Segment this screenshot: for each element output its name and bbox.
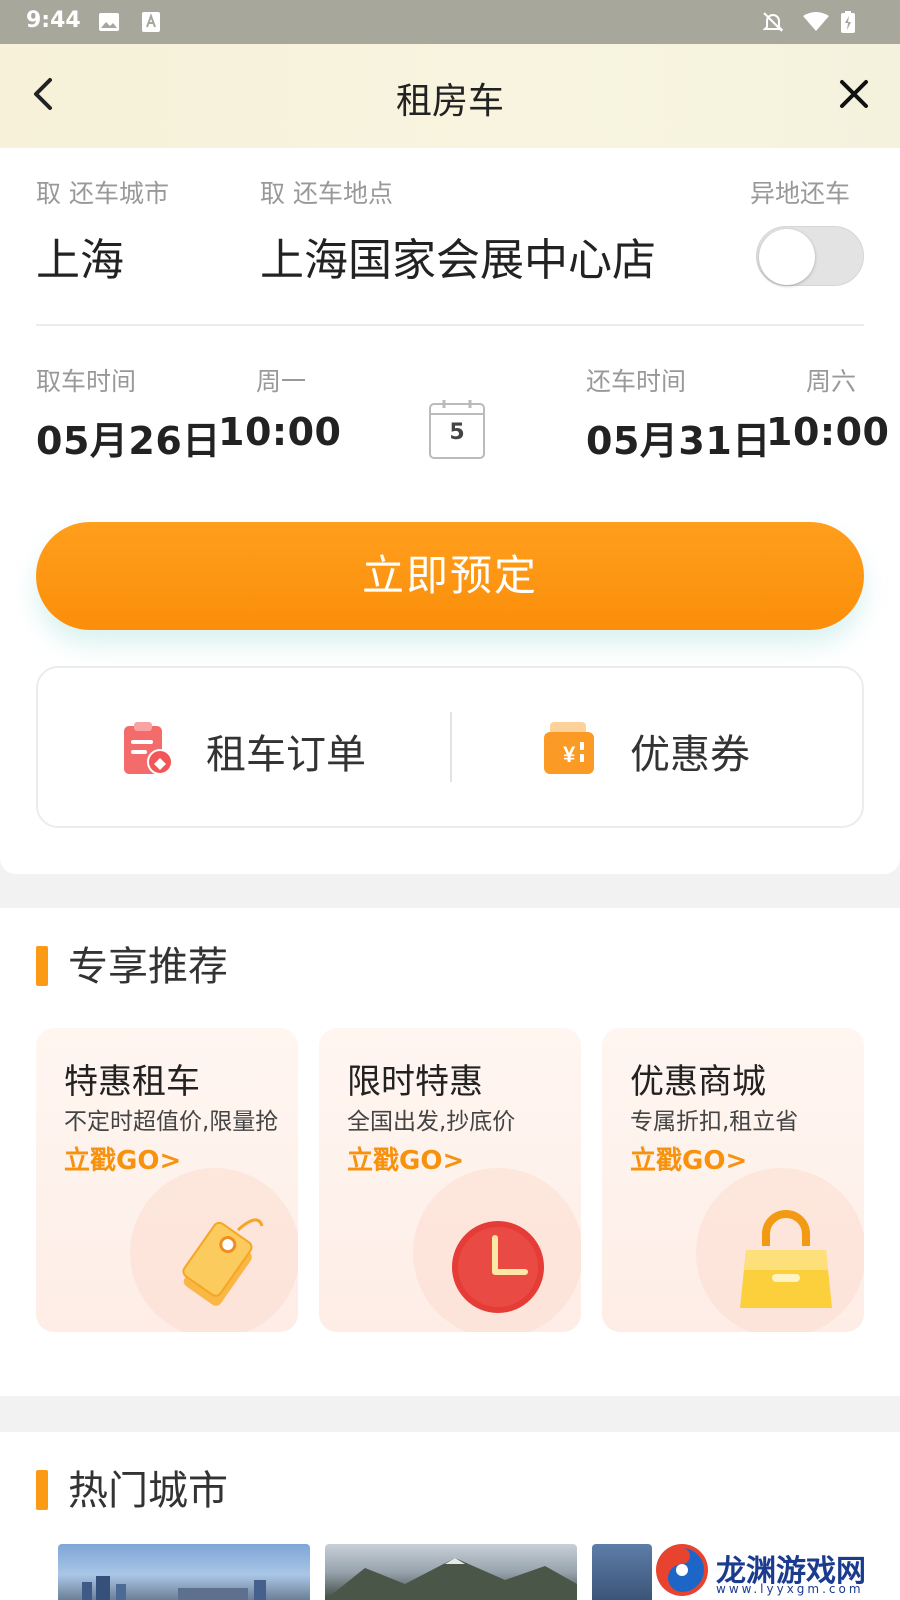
pickup-time-label: 取车时间 <box>36 367 137 396</box>
watermark: 龙渊游戏网 www.lyyxgm.com <box>652 1540 900 1600</box>
promo-subtitle: 专属折扣,租立省 <box>630 1109 799 1135</box>
pickup-date[interactable]: 05月26日 <box>36 410 221 465</box>
promo-card-discount-rental[interactable]: 特惠租车 不定时超值价,限量抢 立戳GO> <box>36 1028 298 1332</box>
order-clipboard-icon <box>124 722 172 775</box>
coupons-label: 优惠券 <box>630 732 750 778</box>
promo-cta[interactable]: 立戳GO> <box>630 1140 747 1177</box>
diff-return-label: 异地还车 <box>750 179 851 208</box>
orders-label: 租车订单 <box>206 732 366 778</box>
watermark-url: www.lyyxgm.com <box>716 1582 864 1596</box>
clock-icon <box>452 1221 544 1313</box>
status-time: 9:44 <box>26 8 81 33</box>
promo-card-mall[interactable]: 优惠商城 专属折扣,租立省 立戳GO> <box>602 1028 864 1332</box>
coupons-link[interactable]: ¥ 优惠券 <box>452 668 864 826</box>
recommend-title: 专享推荐 <box>68 944 228 990</box>
watermark-logo-icon <box>656 1544 708 1596</box>
shopping-bag-icon <box>740 1210 832 1308</box>
promo-title: 特惠租车 <box>64 1062 200 1102</box>
city-value[interactable]: 上海 <box>36 224 124 288</box>
close-icon[interactable] <box>834 74 874 114</box>
promo-title: 优惠商城 <box>630 1062 766 1102</box>
section-marker <box>36 946 48 986</box>
promo-title: 限时特惠 <box>347 1062 483 1102</box>
mute-bell-icon <box>762 12 784 32</box>
return-time-label: 还车时间 <box>586 367 687 396</box>
location-label: 取 还车地点 <box>260 179 393 208</box>
divider <box>36 324 864 326</box>
keyboard-a-icon <box>142 12 160 32</box>
toggle-knob <box>759 229 815 285</box>
promo-card-limited-time[interactable]: 限时特惠 全国出发,抄底价 立戳GO> <box>319 1028 581 1332</box>
battery-icon <box>841 11 855 33</box>
coupon-wallet-icon: ¥ <box>544 722 594 774</box>
svg-text:¥: ¥ <box>563 742 576 767</box>
promo-cta[interactable]: 立戳GO> <box>64 1140 181 1177</box>
city-label: 取 还车城市 <box>36 179 169 208</box>
orders-link[interactable]: 租车订单 <box>38 668 450 826</box>
book-now-button[interactable]: 立即预定 <box>36 522 864 630</box>
city-mountain-image <box>325 1558 577 1600</box>
rental-days-calendar: 5 <box>428 400 486 460</box>
wifi-icon <box>803 12 829 31</box>
city-card-image[interactable] <box>592 1544 652 1600</box>
promo-cta[interactable]: 立戳GO> <box>347 1140 464 1177</box>
city-card-image[interactable] <box>58 1544 310 1600</box>
quick-links: 租车订单 ¥ 优惠券 <box>36 666 864 828</box>
pickup-time[interactable]: 10:00 <box>218 410 341 454</box>
return-date[interactable]: 05月31日 <box>586 410 771 465</box>
city-skyline-image <box>82 1576 266 1600</box>
location-value[interactable]: 上海国家会展中心店 <box>260 224 656 288</box>
promo-subtitle: 全国出发,抄底价 <box>347 1109 516 1135</box>
section-marker <box>36 1470 48 1510</box>
price-tag-icon <box>182 1218 264 1306</box>
gallery-icon <box>99 13 119 31</box>
page-title: 租房车 <box>395 81 504 122</box>
diff-return-toggle[interactable] <box>756 226 864 286</box>
pickup-weekday: 周一 <box>256 367 307 396</box>
nav-header: 租房车 <box>0 44 900 148</box>
rental-days: 5 <box>449 420 465 445</box>
city-card-image[interactable] <box>325 1544 577 1600</box>
promo-subtitle: 不定时超值价,限量抢 <box>64 1109 279 1135</box>
status-bar: 9:44 <box>0 0 900 44</box>
return-time[interactable]: 10:00 <box>766 410 889 454</box>
return-weekday: 周六 <box>806 367 857 396</box>
hot-cities-title: 热门城市 <box>68 1468 228 1514</box>
